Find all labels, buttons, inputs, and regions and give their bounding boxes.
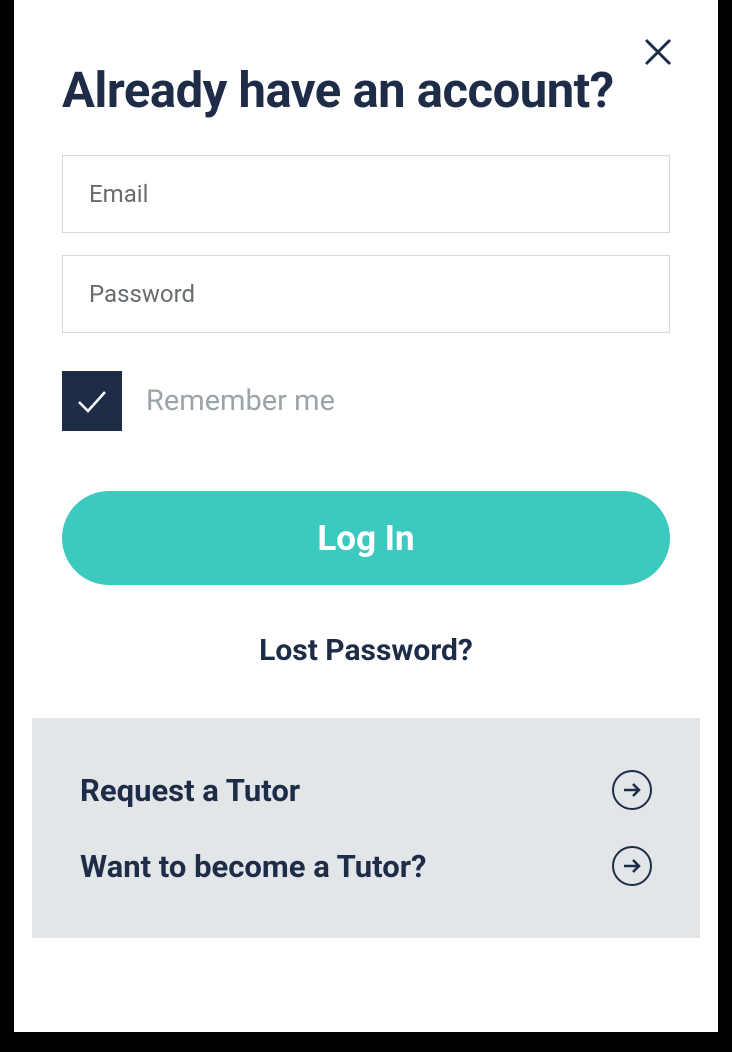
remember-label: Remember me (146, 384, 335, 418)
remember-me-checkbox[interactable]: Remember me (62, 371, 670, 431)
checkbox-box (62, 371, 122, 431)
arrow-circle-icon (612, 770, 652, 810)
request-tutor-label: Request a Tutor (80, 772, 300, 809)
modal-body: Already have an account? Remember me Log… (14, 0, 718, 718)
request-tutor-link[interactable]: Request a Tutor (80, 752, 652, 828)
login-heading: Already have an account? (62, 60, 670, 121)
password-field[interactable] (62, 255, 670, 333)
check-icon (73, 382, 111, 420)
modal-footer: Request a Tutor Want to become a Tutor? (32, 718, 700, 938)
close-icon (642, 36, 674, 68)
email-field[interactable] (62, 155, 670, 233)
become-tutor-link[interactable]: Want to become a Tutor? (80, 828, 652, 904)
arrow-circle-icon (612, 846, 652, 886)
lost-password-link[interactable]: Lost Password? (62, 633, 670, 668)
become-tutor-label: Want to become a Tutor? (80, 848, 426, 885)
close-button[interactable] (638, 32, 678, 72)
login-button[interactable]: Log In (62, 491, 670, 585)
login-modal: Already have an account? Remember me Log… (14, 0, 718, 1032)
